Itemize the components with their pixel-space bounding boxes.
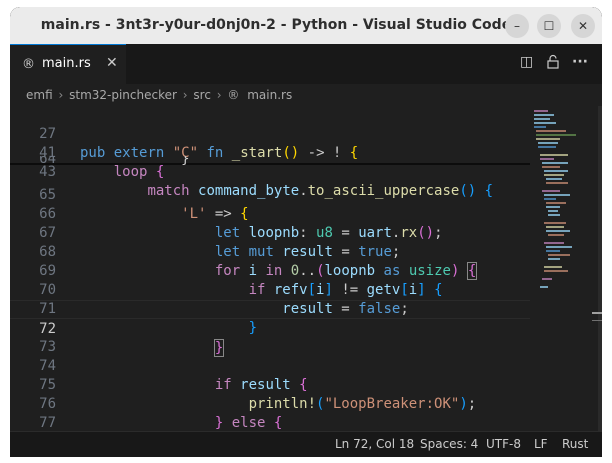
tab-bar: ® main.rs ✕ ◫ ··· (10, 44, 602, 84)
code-line[interactable]: 68 for i in 0..(loopnb as usize) { (10, 224, 530, 280)
lock-icon-svg (547, 54, 559, 69)
rust-file-icon: ® (227, 88, 240, 102)
close-window-button[interactable]: ✕ (571, 14, 595, 38)
code-text: } (80, 156, 190, 165)
code-line[interactable]: 71 } (10, 281, 530, 336)
code-line[interactable]: 75 println!("LoopBreaker:OK"); (10, 357, 530, 412)
code-line[interactable]: 77 println!("LoopBreaker:KO"); (10, 395, 530, 431)
code-line[interactable]: 65 'L' => { (10, 167, 530, 222)
minimize-button[interactable]: – (505, 14, 529, 38)
indentation-setting[interactable]: Spaces: 4 (420, 437, 478, 451)
status-bar: Ln 72, Col 18 Spaces: 4 UTF-8 LF Rust (10, 431, 602, 457)
line-ending[interactable]: LF (534, 437, 548, 451)
cursor-position[interactable]: Ln 72, Col 18 (335, 437, 414, 451)
code-line[interactable]: 73 (10, 319, 530, 355)
breadcrumb-item[interactable]: src (193, 84, 211, 106)
code-editor[interactable]: 27 pub extern "C" fn _start() -> ! { 41 … (10, 106, 602, 431)
chevron-right-icon: › (216, 88, 222, 102)
code-line[interactable]: 64 } (10, 156, 530, 165)
line-number: 64 (39, 156, 56, 165)
breadcrumb: emfi › stm32-pinchecker › src › ® main.r… (10, 84, 602, 106)
breadcrumb-item[interactable]: emfi (26, 84, 53, 106)
code-line[interactable]: 66 let loopnb: u8 = uart.rx(); (10, 186, 530, 241)
scrollbar-track (592, 106, 602, 431)
code-line[interactable]: 70 result = false; (10, 262, 530, 317)
tab-label: main.rs (42, 56, 91, 71)
breadcrumb-item[interactable]: stm32-pinchecker (69, 84, 177, 106)
code-line[interactable]: 67 let mut result = true; (10, 205, 530, 260)
vscode-window: main.rs - 3nt3r-y0ur-d0nj0n-2 - Python -… (10, 7, 602, 457)
code-line[interactable]: 74 if result { (10, 338, 530, 393)
split-editor-icon[interactable]: ◫ (520, 54, 533, 70)
current-code-line[interactable]: 72 } (10, 300, 530, 357)
chevron-right-icon: › (182, 88, 188, 102)
window-title: main.rs - 3nt3r-y0ur-d0nj0n-2 - Python -… (40, 17, 512, 33)
breadcrumb-item[interactable]: main.rs (247, 84, 292, 106)
code-line[interactable]: 69 if refv[i] != getv[i] { (10, 243, 530, 298)
file-encoding[interactable]: UTF-8 (486, 437, 521, 451)
sticky-line[interactable]: 41 loop { (10, 125, 530, 180)
code-line[interactable]: 76 } else { (10, 376, 530, 431)
tab-main-rs[interactable]: ® main.rs ✕ (10, 44, 126, 84)
minimap-preview (534, 110, 576, 288)
maximize-button[interactable]: ☐ (537, 14, 561, 38)
tab-close-icon[interactable]: ✕ (106, 55, 118, 71)
lock-icon[interactable] (546, 54, 560, 73)
vertical-scrollbar[interactable] (590, 106, 602, 431)
title-bar: main.rs - 3nt3r-y0ur-d0nj0n-2 - Python -… (10, 7, 602, 44)
language-mode[interactable]: Rust (562, 437, 588, 451)
rust-file-icon: ® (22, 57, 35, 72)
minimap[interactable] (530, 106, 590, 431)
code-line[interactable]: 78 } (10, 414, 530, 431)
chevron-right-icon: › (58, 88, 64, 102)
sticky-line[interactable]: 27 pub extern "C" fn _start() -> ! { (10, 106, 530, 161)
more-actions-icon[interactable]: ··· (572, 54, 588, 70)
